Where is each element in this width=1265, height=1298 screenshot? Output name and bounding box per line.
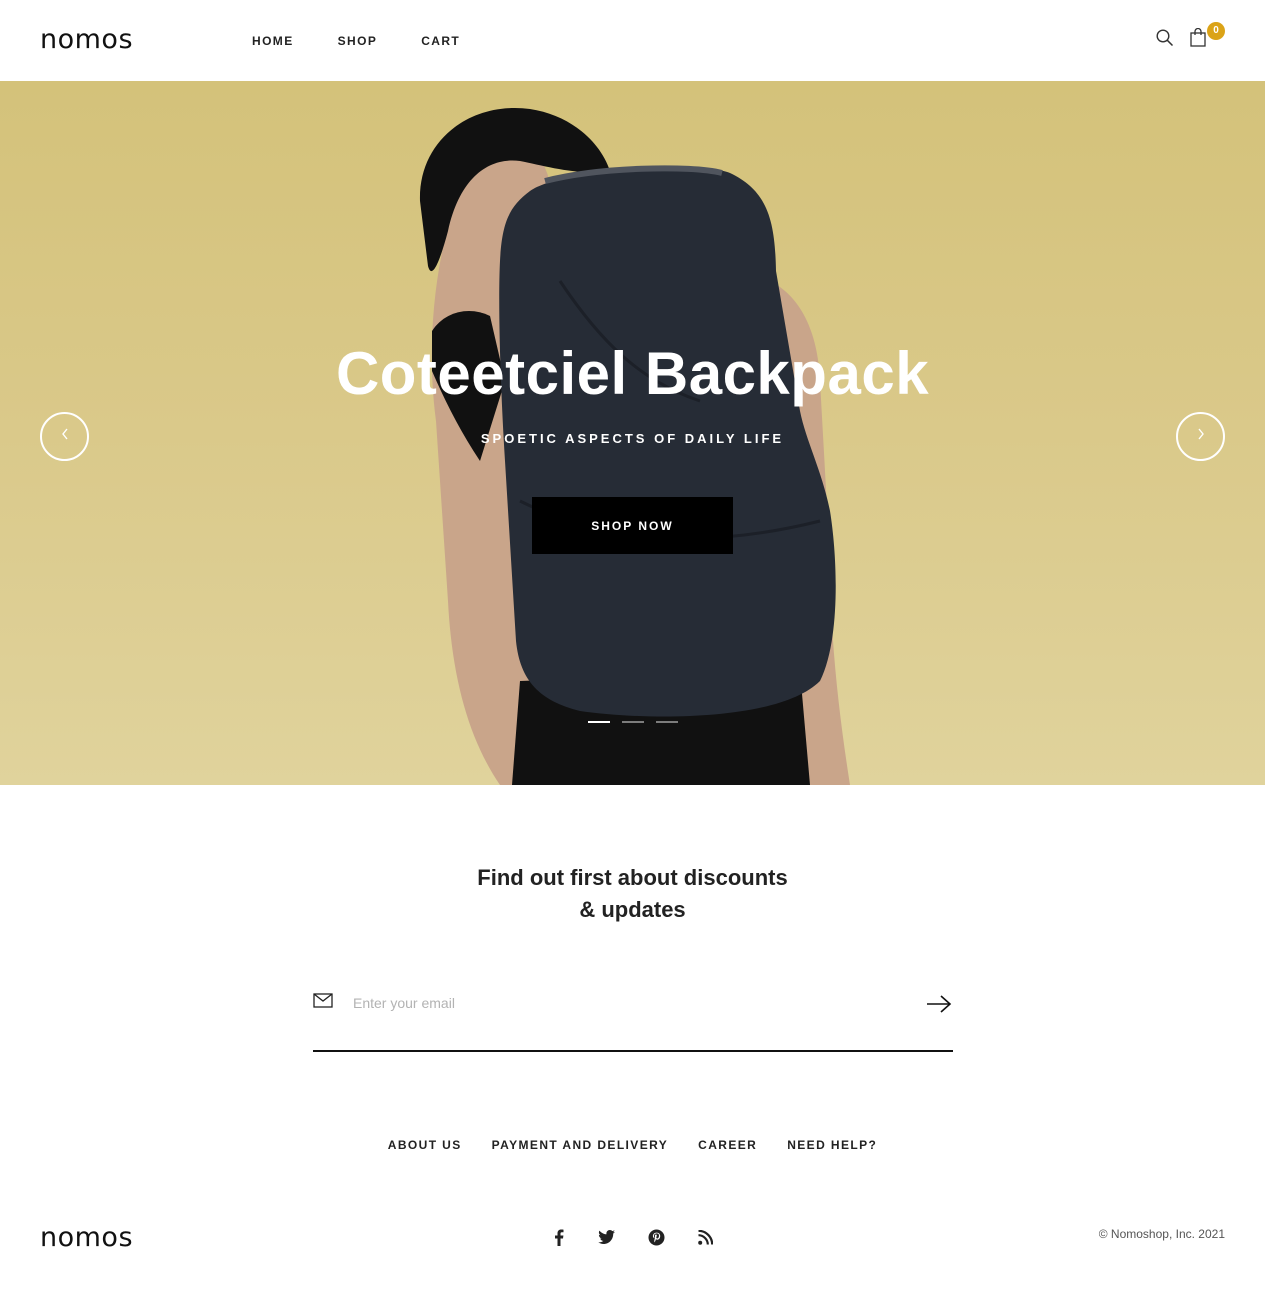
footer-link-need-help[interactable]: NEED HELP? (787, 1137, 877, 1153)
footer-link-career[interactable]: CAREER (698, 1137, 757, 1153)
hero-subtitle: SPOETIC ASPECTS OF DAILY LIFE (480, 431, 785, 446)
chevron-left-icon (60, 427, 70, 446)
nav-item-home[interactable]: HOME (252, 33, 294, 49)
chevron-right-icon (1196, 427, 1206, 446)
search-icon[interactable] (1156, 29, 1174, 47)
footer-logo[interactable]: nomos (40, 1224, 133, 1252)
twitter-icon[interactable] (597, 1228, 615, 1246)
slider-next-button[interactable] (1176, 412, 1225, 461)
footer-nav: ABOUT US PAYMENT AND DELIVERY CAREER NEE… (0, 1137, 1265, 1153)
slider-dot-1[interactable] (588, 721, 610, 723)
newsletter-form (313, 985, 953, 1052)
main-nav: HOME SHOP CART (252, 33, 504, 49)
hero-title: Coteetciel Backpack (335, 340, 930, 407)
footer-link-payment-delivery[interactable]: PAYMENT AND DELIVERY (492, 1137, 668, 1153)
mail-icon (313, 993, 333, 1009)
email-input[interactable] (353, 990, 893, 1016)
shopping-bag-icon[interactable] (1190, 27, 1206, 47)
nav-item-shop[interactable]: SHOP (338, 33, 378, 49)
hero-slider: Coteetciel Backpack SPOETIC ASPECTS OF D… (0, 81, 1265, 785)
rss-icon[interactable] (696, 1228, 714, 1246)
arrow-right-icon[interactable] (925, 993, 953, 1015)
cart-count-badge[interactable]: 0 (1207, 22, 1225, 40)
footer-link-about-us[interactable]: ABOUT US (388, 1137, 462, 1153)
slider-dot-3[interactable] (656, 721, 678, 723)
copyright-text: © Nomoshop, Inc. 2021 (1098, 1227, 1225, 1241)
slider-pagination (588, 721, 678, 723)
newsletter-title: Find out first about discounts & updates (0, 862, 1265, 926)
newsletter-title-line-1: Find out first about discounts (477, 865, 788, 890)
pinterest-icon[interactable] (647, 1228, 665, 1246)
nav-item-cart[interactable]: CART (421, 33, 460, 49)
shop-now-button[interactable]: SHOP NOW (532, 497, 733, 554)
site-header: nomos HOME SHOP CART 0 (0, 0, 1265, 81)
slider-dot-2[interactable] (622, 721, 644, 723)
facebook-icon[interactable] (550, 1228, 568, 1246)
brand-logo[interactable]: nomos (40, 26, 133, 54)
slider-prev-button[interactable] (40, 412, 89, 461)
newsletter-title-line-2: & updates (579, 897, 686, 922)
